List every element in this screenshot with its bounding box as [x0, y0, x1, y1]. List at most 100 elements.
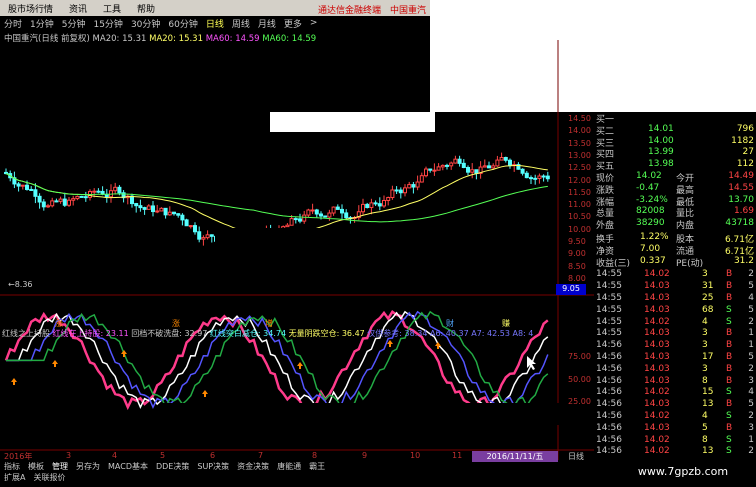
tick-row: 14:56 14.03 5 B 3 [596, 422, 754, 433]
candle-body [83, 196, 88, 199]
tab-fund[interactable]: 资金决策 [233, 461, 273, 472]
price-axis-label: 9.00 [568, 249, 586, 259]
lower-indicator-legend: 红线之上持股 红线在上持股: 23.11 回档不破洗盘: 32.97 红线突白减… [2, 328, 533, 339]
quote-stat-row: 现价 14.02 今开 14.49 [596, 171, 754, 184]
candle-body [71, 198, 76, 201]
fund-row: 换手 1.22% 股本 6.71亿 [596, 232, 754, 245]
period-intraday[interactable]: 分时 [0, 17, 26, 30]
candle-body [16, 183, 21, 187]
period-60m[interactable]: 60分钟 [164, 17, 201, 30]
candle-body [79, 195, 84, 198]
candle-body [482, 165, 487, 168]
status-link[interactable]: 关联报价 [29, 472, 69, 484]
status-ext[interactable]: 扩展A [0, 472, 29, 484]
candle-body [180, 214, 185, 221]
candle-body [142, 207, 147, 210]
candle-body [499, 157, 504, 161]
menu-market[interactable]: 股市场行情 [0, 2, 61, 15]
candle-body [394, 189, 399, 192]
tick-row: 14:56 14.02 15 S 4 [596, 387, 754, 398]
candle-body [335, 206, 340, 210]
tick-row: 14:55 14.03 31 B 5 [596, 281, 754, 292]
period-1m[interactable]: 1分钟 [26, 17, 58, 30]
ind-a7: A7: 42.53 [471, 329, 510, 338]
low-price-label: ←8.36 [8, 280, 33, 289]
candle-body [503, 157, 508, 161]
candle-body [361, 203, 365, 213]
candle-body [62, 198, 67, 206]
candle-body [54, 200, 59, 203]
candle-body [466, 167, 470, 173]
buy-arrow-icon [11, 378, 17, 385]
candle-body [33, 189, 38, 197]
period-weekly[interactable]: 周线 [228, 17, 254, 30]
tab-bawang[interactable]: 霸王 [305, 461, 329, 472]
bid-row: 买五 13.98 112 [596, 159, 754, 173]
tab-tang[interactable]: 唐能通 [273, 461, 305, 472]
ind-title: 红线之上持股 [2, 329, 50, 338]
candle-body [209, 234, 214, 237]
candle-body [117, 186, 122, 194]
tab-save-as[interactable]: 另存为 [72, 461, 104, 472]
candle-body [407, 184, 412, 189]
period-next-arrow[interactable]: > [306, 18, 322, 28]
tab-macd[interactable]: MACD基本 [104, 461, 152, 472]
menu-info[interactable]: 资讯 [61, 2, 95, 15]
tab-manage[interactable]: 管理 [48, 461, 72, 472]
x-axis-label: 7 [258, 451, 264, 460]
tab-dde[interactable]: DDE决策 [152, 461, 193, 472]
candle-body [436, 166, 441, 171]
candle-body [445, 164, 449, 167]
ind-empty: 无量阴跌空仓: 36.47 [288, 329, 365, 338]
candle-body [470, 169, 475, 173]
candle-body [369, 202, 374, 209]
lower-axis-label: 75.00 [568, 352, 591, 361]
menu-help[interactable]: 帮助 [129, 2, 163, 15]
period-more[interactable]: 更多 [280, 17, 306, 30]
tab-indicator[interactable]: 指标 [0, 461, 24, 472]
candle-body [37, 195, 42, 203]
bottom-tab-bar: 指标 模板 管理 另存为 MACD基本 DDE决策 SUP决策 资金决策 唐能通… [0, 460, 600, 472]
candle-body [67, 199, 71, 206]
candle-body [411, 184, 416, 188]
candle-body [377, 203, 382, 207]
period-5m[interactable]: 5分钟 [58, 17, 90, 30]
period-30m[interactable]: 30分钟 [127, 17, 164, 30]
candle-body [201, 237, 206, 240]
candle-body [449, 162, 454, 167]
candle-body [50, 200, 55, 207]
price-axis-label: 14.50 [568, 114, 591, 123]
candle-body [285, 224, 290, 228]
tick-row: 14:55 14.02 4 S 2 [596, 316, 754, 327]
candle-body [487, 165, 491, 169]
tick-row: 14:55 14.03 3 B 1 [596, 328, 754, 339]
menu-tools[interactable]: 工具 [95, 2, 129, 15]
candle-body [508, 159, 512, 166]
period-daily[interactable]: 日线 [202, 17, 228, 30]
tab-template[interactable]: 模板 [24, 461, 48, 472]
candle-body [319, 213, 323, 217]
candle-body [159, 207, 164, 212]
candle-body [172, 211, 176, 215]
candle-body [25, 184, 29, 190]
candle-body [424, 168, 428, 177]
period-15m[interactable]: 15分钟 [89, 17, 126, 30]
ind-pullback: 回档不破洗盘: 32.97 [131, 329, 208, 338]
tick-row: 14:56 14.02 8 S 1 [596, 434, 754, 445]
tab-sup[interactable]: SUP决策 [193, 461, 233, 472]
period-monthly[interactable]: 月线 [254, 17, 280, 30]
candle-body [432, 169, 437, 172]
candle-body [440, 164, 445, 168]
candle-body [382, 199, 386, 207]
price-axis-label: 11.50 [568, 187, 591, 197]
candle-body [193, 225, 197, 233]
candle-body [529, 177, 533, 180]
candle-body [453, 158, 458, 164]
ind-red-hold: 红线在上持股: 23.11 [52, 329, 129, 338]
price-axis-label: 12.50 [568, 163, 591, 173]
blank-box-lower [160, 403, 590, 425]
status-bar: 扩展A 关联报价 [0, 472, 600, 484]
tick-row: 14:56 14.03 13 B 5 [596, 399, 754, 410]
candle-body [390, 189, 395, 199]
candle-body [533, 177, 538, 180]
